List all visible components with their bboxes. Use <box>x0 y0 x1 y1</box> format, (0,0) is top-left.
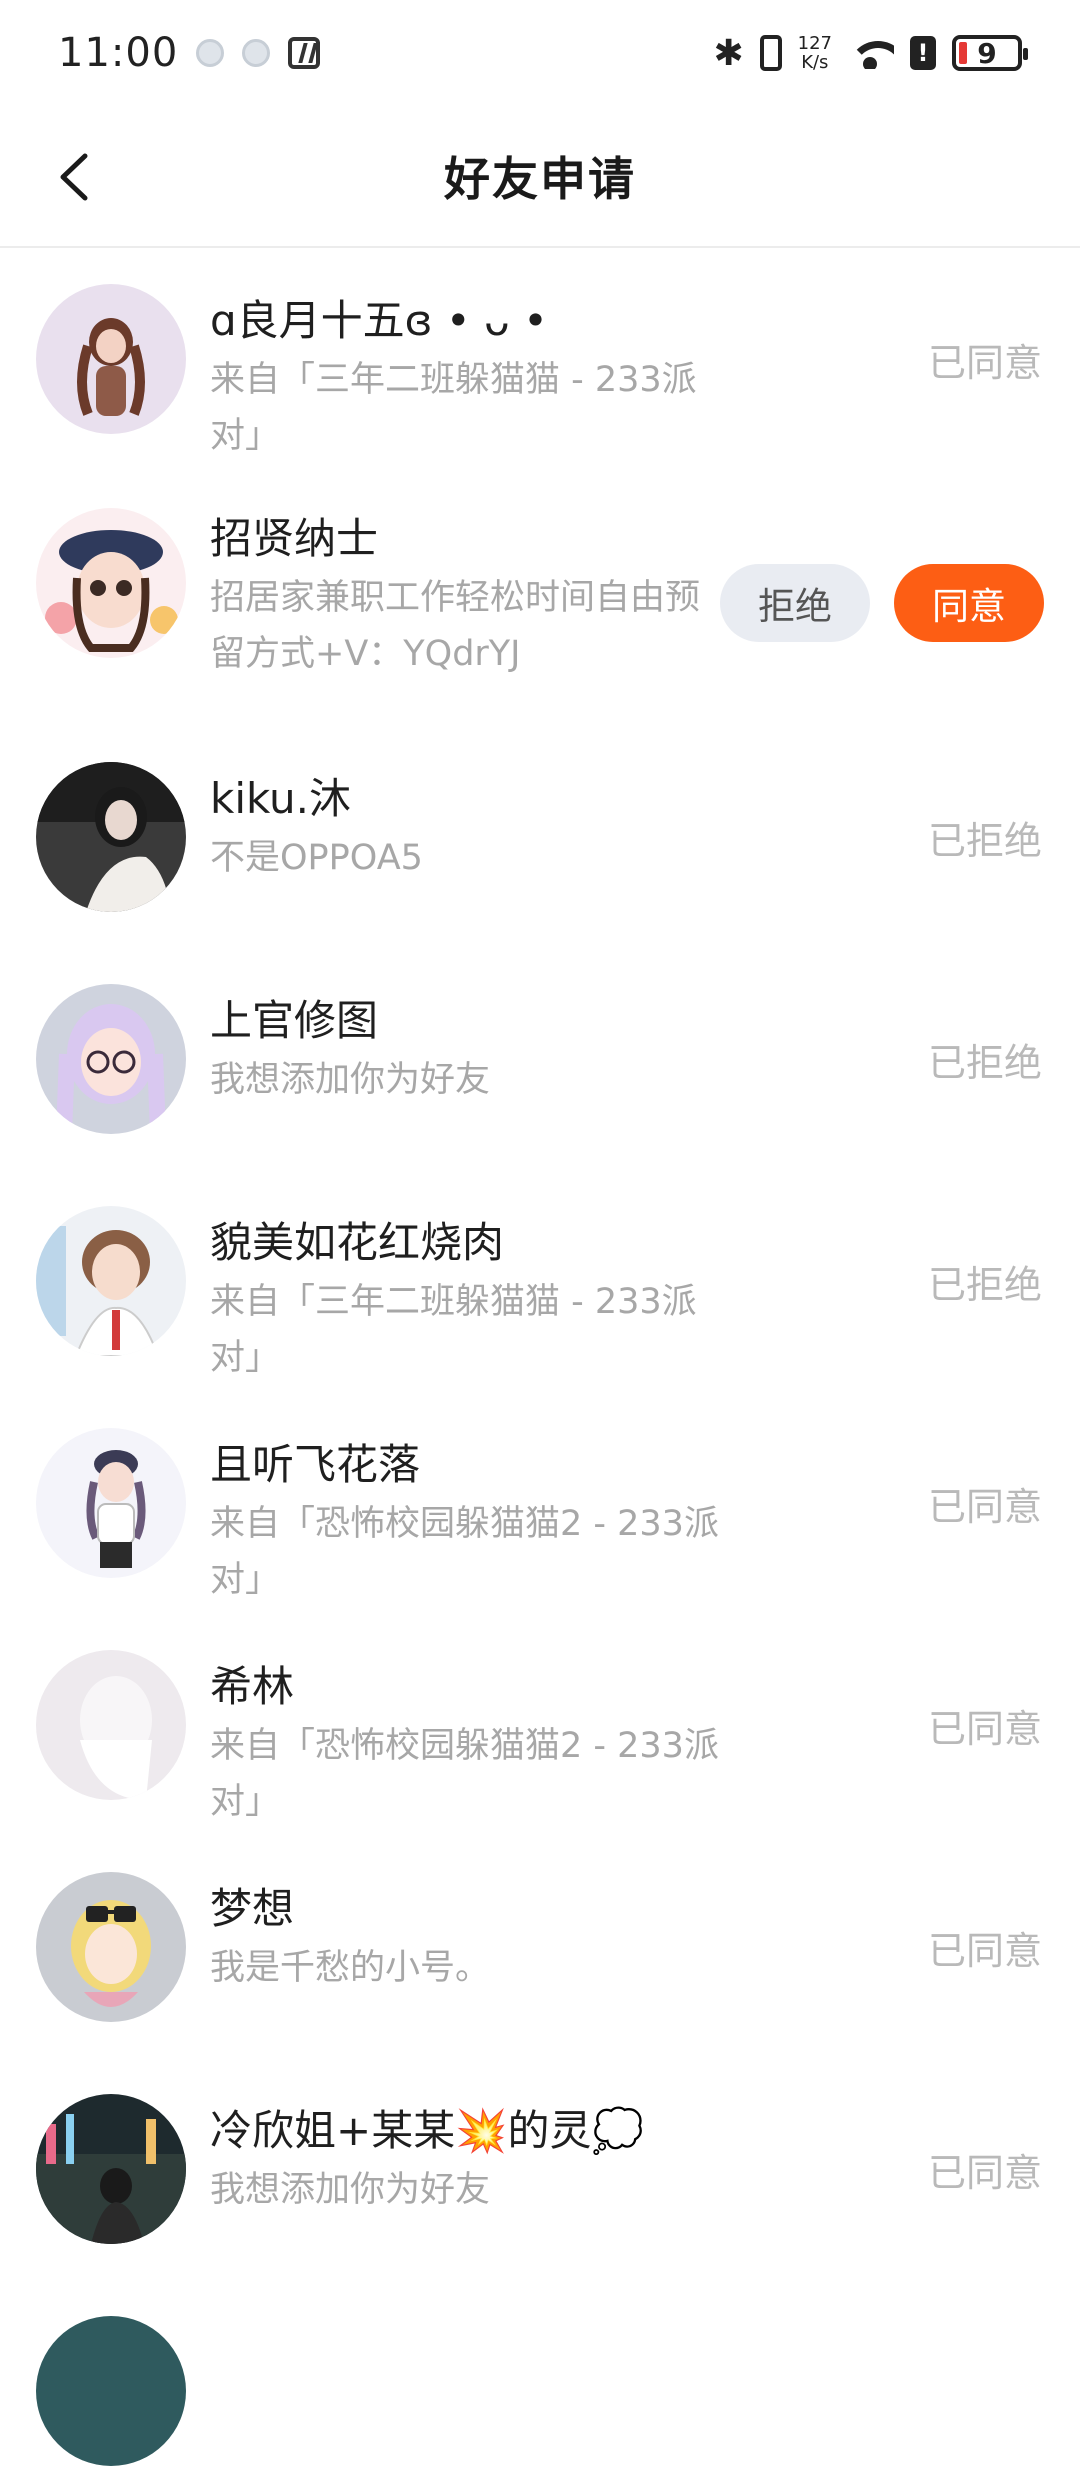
requester-name: 冷欣姐+某某💥的灵💭 <box>210 2106 644 2155</box>
requester-name: 招贤纳士 <box>210 514 379 563</box>
requester-name: kiku.沐 <box>210 774 351 823</box>
request-message: 来自「三年二班躲猫猫 - 233派对」 <box>210 1282 697 1378</box>
status-label: 已拒绝 <box>927 1040 1042 1085</box>
status-bar: 11:00 ✱ 127 K/s ! 9 <box>0 0 1080 106</box>
alert-icon: ! <box>910 36 936 70</box>
status-label: 已拒绝 <box>927 1262 1042 1307</box>
avatar[interactable] <box>36 2316 186 2466</box>
friend-request-list: ɑ良月十五ɞ • ᴗ • 来自「三年二班躲猫猫 - 233派对」 已同意 招贤纳… <box>0 248 1080 2280</box>
list-item[interactable]: 上官修图 我想添加你为好友 已拒绝 <box>0 948 1080 1170</box>
nfc-icon <box>288 37 321 69</box>
avatar[interactable] <box>36 1650 186 1800</box>
request-message: 不是OPPOA5 <box>210 838 423 878</box>
avatar[interactable] <box>36 762 186 912</box>
requester-name: 上官修图 <box>210 996 379 1045</box>
request-text: 招贤纳士 招居家兼职工作轻松时间自由预留方式+V：YQdrYJ <box>210 510 700 682</box>
page-title: 好友申请 <box>444 152 636 206</box>
bluetooth-icon: ✱ <box>713 32 744 74</box>
back-button[interactable] <box>40 142 110 212</box>
list-item[interactable]: kiku.沐 不是OPPOA5 已拒绝 <box>0 726 1080 948</box>
list-item[interactable]: 梦想 我是千愁的小号。 已同意 <box>0 1836 1080 2058</box>
accept-button[interactable]: 同意 <box>894 564 1044 642</box>
status-time: 11:00 <box>58 30 179 76</box>
list-item[interactable]: 冷欣姐+某某💥的灵💭 我想添加你为好友 已同意 <box>0 2058 1080 2280</box>
status-bar-left: 11:00 <box>58 30 321 76</box>
battery-icon: 9 <box>952 35 1028 71</box>
requester-name: 希林 <box>210 1662 295 1711</box>
avatar[interactable] <box>36 508 186 658</box>
app-header: 好友申请 <box>0 106 1080 248</box>
request-message: 我是千愁的小号。 <box>210 1948 491 1988</box>
avatar[interactable] <box>36 1428 186 1578</box>
list-item[interactable]: 希林 来自「恐怖校园躲猫猫2 - 233派对」 已同意 <box>0 1614 1080 1836</box>
request-message: 来自「恐怖校园躲猫猫2 - 233派对」 <box>210 1504 719 1600</box>
avatar[interactable] <box>36 984 186 1134</box>
requester-name: 貌美如花红烧肉 <box>210 1218 505 1267</box>
battery-percent: 9 <box>977 36 997 70</box>
vibrate-icon <box>759 35 782 71</box>
network-speed-value: 127 <box>797 33 832 54</box>
chevron-left-icon <box>60 153 88 201</box>
request-text: 貌美如花红烧肉 来自「三年二班躲猫猫 - 233派对」 <box>210 1214 730 1386</box>
request-message: 招居家兼职工作轻松时间自由预留方式+V：YQdrYJ <box>210 578 701 674</box>
status-bar-right: ✱ 127 K/s ! 9 <box>713 32 1028 74</box>
requester-name: 梦想 <box>210 1884 295 1933</box>
request-text: 且听飞花落 来自「恐怖校园躲猫猫2 - 233派对」 <box>210 1436 730 1608</box>
status-label: 已同意 <box>927 1706 1042 1751</box>
status-label: 已同意 <box>927 1928 1042 1973</box>
avatar[interactable] <box>36 2094 186 2244</box>
alarm-icon-2 <box>242 39 271 67</box>
list-item[interactable]: 招贤纳士 招居家兼职工作轻松时间自由预留方式+V：YQdrYJ 拒绝 同意 <box>0 470 1080 726</box>
list-item[interactable]: ɑ良月十五ɞ • ᴗ • 来自「三年二班躲猫猫 - 233派对」 已同意 <box>0 248 1080 470</box>
wifi-icon <box>848 37 894 69</box>
request-message: 我想添加你为好友 <box>210 2170 491 2210</box>
avatar[interactable] <box>36 1206 186 1356</box>
status-label: 已同意 <box>927 340 1042 385</box>
request-text: 上官修图 我想添加你为好友 <box>210 992 730 1108</box>
request-text: 希林 来自「恐怖校园躲猫猫2 - 233派对」 <box>210 1658 730 1830</box>
status-label: 已同意 <box>927 1484 1042 1529</box>
status-label: 已拒绝 <box>927 818 1042 863</box>
alarm-icon <box>196 39 225 67</box>
request-text: 梦想 我是千愁的小号。 <box>210 1880 730 1996</box>
requester-name: ɑ良月十五ɞ • ᴗ • <box>210 296 548 345</box>
status-label: 已同意 <box>927 2150 1042 2195</box>
battery-level <box>959 42 967 64</box>
avatar[interactable] <box>36 284 186 434</box>
request-message: 我想添加你为好友 <box>210 1060 491 1100</box>
request-message: 来自「恐怖校园躲猫猫2 - 233派对」 <box>210 1726 719 1822</box>
network-speed: 127 K/s <box>798 34 832 72</box>
network-speed-unit: K/s <box>801 52 829 73</box>
reject-button[interactable]: 拒绝 <box>720 564 870 642</box>
list-item[interactable]: 貌美如花红烧肉 来自「三年二班躲猫猫 - 233派对」 已拒绝 <box>0 1170 1080 1392</box>
list-item[interactable]: 且听飞花落 来自「恐怖校园躲猫猫2 - 233派对」 已同意 <box>0 1392 1080 1614</box>
request-message: 来自「三年二班躲猫猫 - 233派对」 <box>210 360 697 456</box>
requester-name: 且听飞花落 <box>210 1440 421 1489</box>
request-text: kiku.沐 不是OPPOA5 <box>210 770 730 886</box>
request-text: 冷欣姐+某某💥的灵💭 我想添加你为好友 <box>210 2102 730 2218</box>
avatar[interactable] <box>36 1872 186 2022</box>
request-text: ɑ良月十五ɞ • ᴗ • 来自「三年二班躲猫猫 - 233派对」 <box>210 292 730 464</box>
